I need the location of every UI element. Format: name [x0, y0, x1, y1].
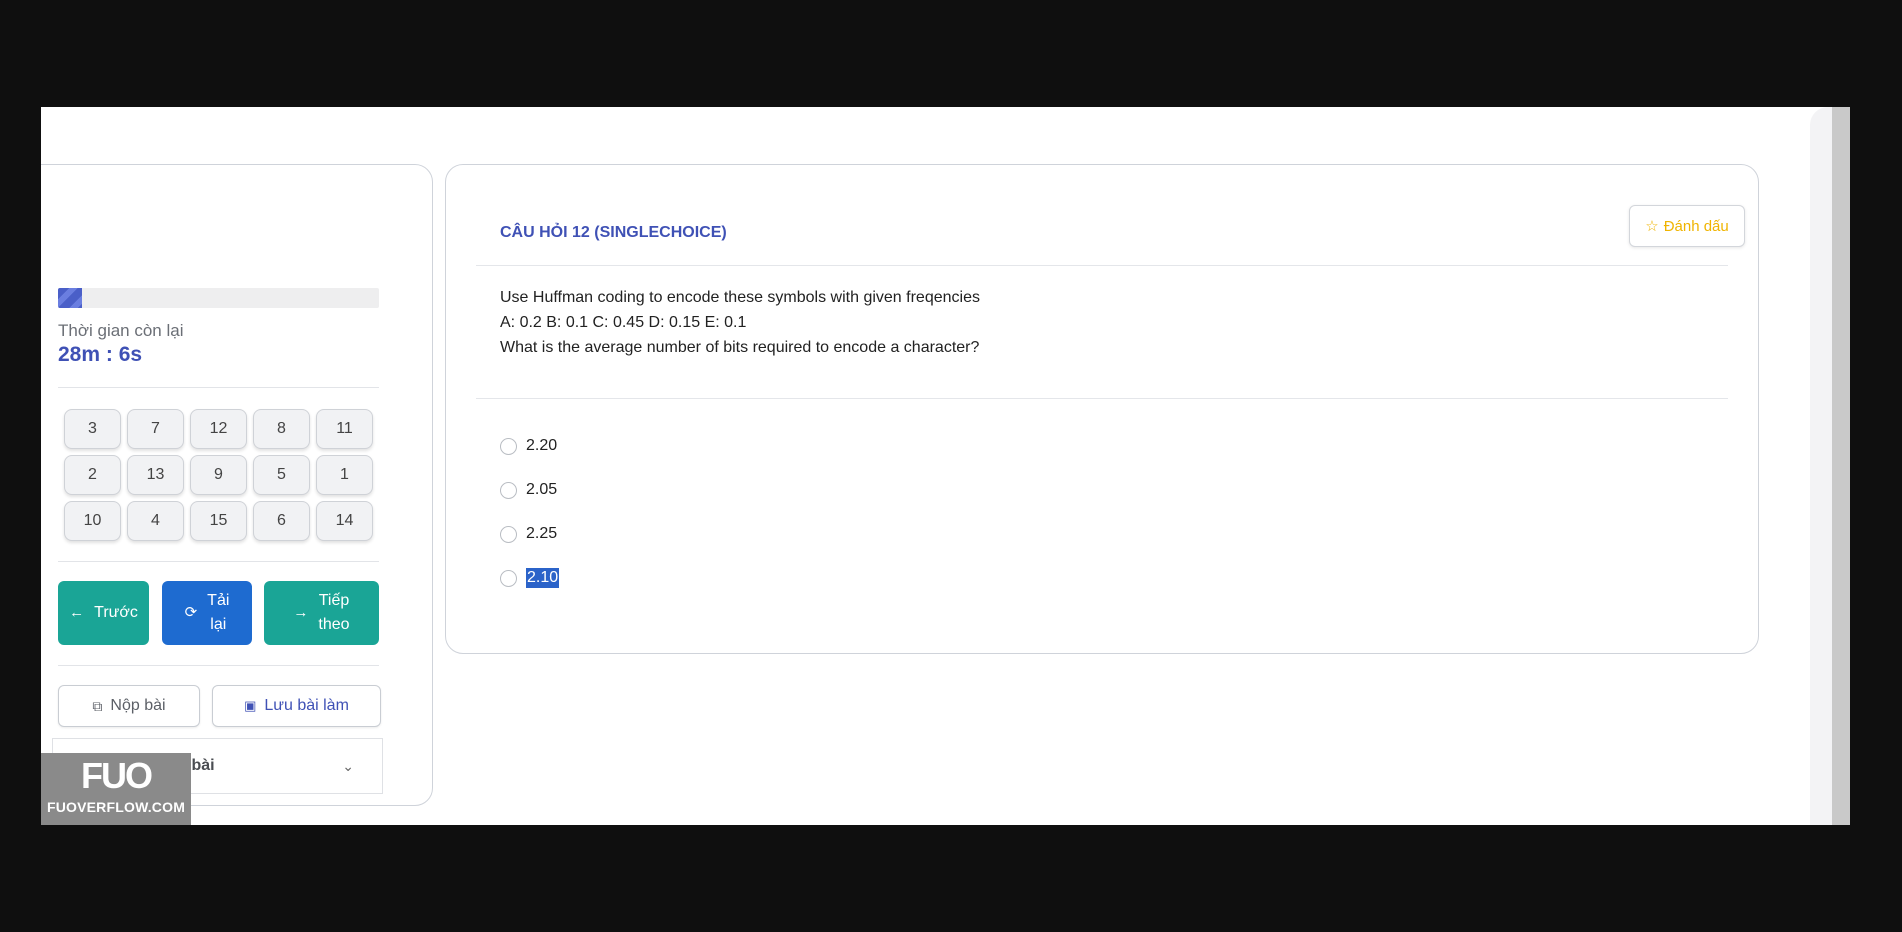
question-nav-button[interactable]: 9 [190, 455, 247, 495]
time-progress-fill [58, 288, 83, 308]
watermark-logo-mark: FUO [81, 755, 153, 796]
question-nav-button[interactable]: 10 [64, 501, 121, 541]
answer-option-label: 2.25 [526, 525, 558, 542]
divider [58, 561, 379, 562]
bookmark-label: Đánh dấu [1663, 217, 1729, 235]
question-nav-button[interactable]: 5 [253, 455, 310, 495]
radio-button[interactable] [500, 569, 517, 587]
divider [58, 665, 379, 666]
question-nav-button[interactable]: 8 [253, 409, 310, 449]
divider [58, 387, 379, 388]
timer-label: Thời gian còn lại [58, 321, 184, 340]
star-icon: ☆ [1645, 218, 1659, 235]
previous-button[interactable]: ← Trước [58, 581, 149, 645]
question-nav-button[interactable]: 4 [127, 501, 184, 541]
save-icon: ▣ [244, 698, 257, 713]
question-body: Use Huffman coding to encode these symbo… [500, 285, 980, 360]
arrow-left-icon: ← [69, 604, 85, 621]
submit-button[interactable]: ⧉ Nộp bài [58, 685, 200, 727]
timer-value: 28m : 6s [58, 343, 143, 366]
question-grid: 3 7 12 8 11 2 13 9 5 1 10 4 15 6 14 [64, 409, 374, 541]
time-progress-bar [58, 288, 379, 308]
answer-option-label: 2.10 [526, 568, 560, 588]
radio-button[interactable] [500, 437, 517, 455]
answer-option-label: 2.20 [526, 437, 558, 454]
question-line: Use Huffman coding to encode these symbo… [500, 289, 980, 306]
question-nav-button[interactable]: 11 [316, 409, 373, 449]
answer-option[interactable]: 2.10 [500, 556, 560, 600]
question-line: A: 0.2 B: 0.1 C: 0.45 D: 0.15 E: 0.1 [500, 314, 747, 331]
save-button[interactable]: ▣ Lưu bài làm [212, 685, 381, 727]
divider [476, 398, 1728, 399]
divider [476, 265, 1728, 266]
scrollbar[interactable] [1832, 107, 1850, 825]
answer-option[interactable]: 2.25 [500, 512, 559, 556]
question-nav-button[interactable]: 7 [127, 409, 184, 449]
answer-option-label: 2.05 [526, 481, 558, 498]
next-label: Tiếp theo [318, 589, 349, 637]
question-nav-button[interactable]: 15 [190, 501, 247, 541]
answer-option[interactable]: 2.05 [500, 468, 559, 512]
question-nav-button[interactable]: 3 [64, 409, 121, 449]
question-nav-button[interactable]: 13 [127, 455, 184, 495]
bookmark-button[interactable]: ☆ Đánh dấu [1629, 205, 1745, 247]
refresh-icon: ⟳ [184, 604, 198, 621]
arrow-right-icon: → [293, 604, 309, 621]
question-nav-button[interactable]: 2 [64, 455, 121, 495]
save-label: Lưu bài làm [264, 697, 349, 714]
question-title: CÂU HỎI 12 (SINGLECHOICE) [500, 224, 727, 241]
previous-label: Trước [94, 604, 138, 621]
reload-button[interactable]: ⟳ Tải lại [162, 581, 252, 645]
submit-label: Nộp bài [110, 697, 166, 714]
question-nav-button[interactable]: 6 [253, 501, 310, 541]
window-edge [1850, 107, 1861, 825]
watermark-text: FUOVERFLOW.COM [46, 799, 186, 815]
answer-option[interactable]: 2.20 [500, 424, 559, 468]
question-nav-button[interactable]: 12 [190, 409, 247, 449]
radio-button[interactable] [500, 525, 517, 543]
answer-options: 2.20 2.05 2.25 2.10 [500, 424, 560, 600]
watermark-logo: FUO FUOVERFLOW.COM [41, 753, 191, 825]
question-line: What is the average number of bits requi… [500, 339, 980, 356]
reload-label-line2: lại [210, 616, 227, 633]
browser-viewport: Thời gian còn lại 28m : 6s 3 7 12 8 11 2… [41, 107, 1861, 825]
reload-label-line1: Tải [207, 592, 230, 609]
chevron-down-icon: ⌄ [342, 757, 354, 774]
question-nav-button[interactable]: 1 [316, 455, 373, 495]
radio-button[interactable] [500, 481, 517, 499]
reload-label: Tải lại [207, 589, 229, 637]
next-label-line1: Tiếp [318, 592, 350, 609]
exam-sidebar: Thời gian còn lại 28m : 6s 3 7 12 8 11 2… [41, 164, 433, 806]
next-button[interactable]: → Tiếp theo [264, 581, 379, 645]
question-nav-button[interactable]: 14 [316, 501, 373, 541]
copy-icon: ⧉ [92, 697, 103, 714]
next-label-line2: theo [318, 616, 350, 633]
question-card: CÂU HỎI 12 (SINGLECHOICE) ☆ Đánh dấu Use… [445, 164, 1759, 654]
